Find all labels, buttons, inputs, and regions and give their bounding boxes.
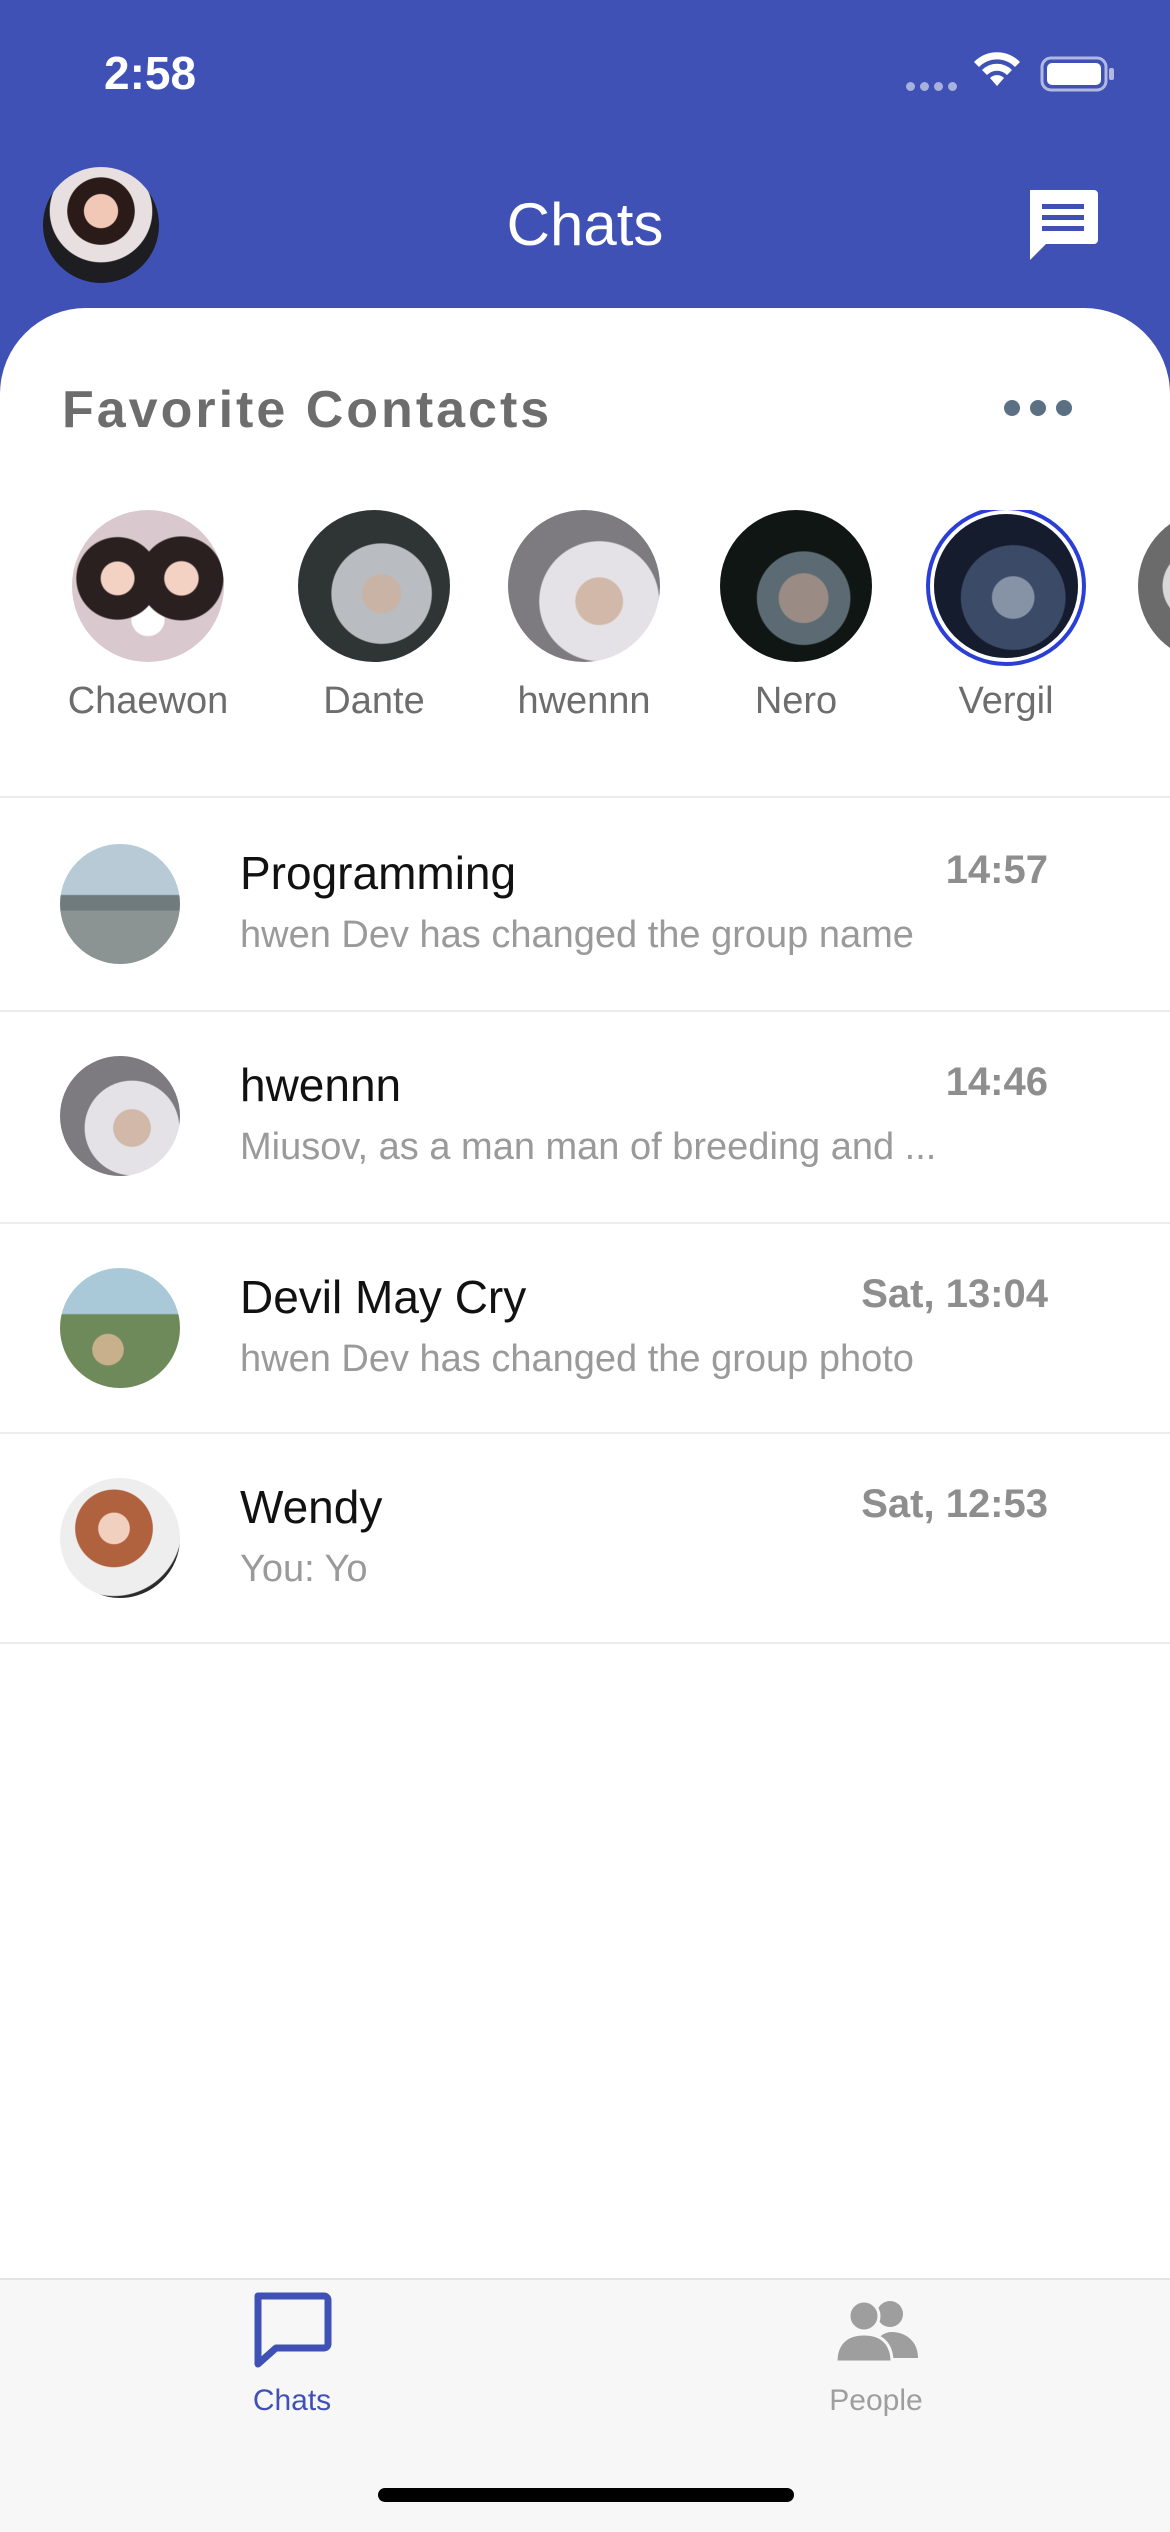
tab-people[interactable]: People [726,2280,1026,2450]
chat-row-wendy[interactable]: Wendy Sat, 12:53 You: Yo [0,1432,1170,1642]
avatar [60,1478,180,1598]
contact-name: Dante [323,680,425,722]
tab-label: Chats [252,2384,332,2417]
favorite-contact-chaewon[interactable]: Chaewon [48,510,248,723]
avatar [934,514,1078,658]
chat-preview: hwen Dev has changed the group photo [240,1338,914,1380]
chat-preview: Miusov, as a man man of breeding and ... [240,1126,937,1168]
chat-preview: hwen Dev has changed the group name [240,914,914,956]
chat-title: Wendy [240,1481,383,1533]
chat-row-devil-may-cry[interactable]: Devil May Cry Sat, 13:04 hwen Dev has ch… [0,1222,1170,1432]
status-bar: 2:58 [0,0,1170,150]
contact-name: Vergil [958,680,1054,722]
chat-title: Devil May Cry [240,1271,527,1323]
favorite-contact-vergil[interactable]: Vergil [906,510,1106,723]
chat-time: Sat, 13:04 [861,1272,1048,1316]
chat-row-programming[interactable]: Programming 14:57 hwen Dev has changed t… [0,798,1170,1008]
page-title: Chats [506,191,664,258]
chat-time: 14:57 [945,848,1048,892]
avatar [508,510,660,662]
chat-bubble-icon [254,2292,332,2368]
avatar [60,844,180,964]
battery-icon [1040,56,1114,92]
contact-name: Chaewon [67,680,229,722]
favorite-contacts-title: Favorite Contacts [62,381,553,439]
favorite-contact-dante[interactable]: Dante [274,510,474,723]
favorite-contact-hwennn[interactable]: hwennn [484,510,684,723]
home-indicator [378,2488,794,2502]
chat-row-hwennn[interactable]: hwennn 14:46 Miusov, as a man man of bre… [0,1010,1170,1220]
wifi-icon [974,52,1020,86]
app-header: Chats [0,150,1170,310]
cellular-signal-icon [906,82,957,91]
divider [0,1642,1170,1644]
new-message-icon[interactable] [1022,184,1102,264]
people-icon [834,2299,918,2364]
chat-time: Sat, 12:53 [861,1482,1048,1526]
chat-time: 14:46 [945,1060,1048,1104]
chat-title: hwennn [240,1059,402,1111]
avatar [720,510,872,662]
status-time: 2:58 [104,47,197,99]
chat-preview: You: Yo [240,1548,368,1590]
tab-label: People [829,2384,923,2417]
contact-name: Nero [754,680,838,722]
tab-chats[interactable]: Chats [142,2280,442,2450]
favorite-contact-partial[interactable]: W [1114,510,1170,723]
avatar [1138,510,1170,662]
favorite-contact-nero[interactable]: Nero [696,510,896,723]
contact-name: hwennn [517,680,651,722]
avatar [60,1056,180,1176]
more-options-icon[interactable] [1004,400,1072,416]
avatar [60,1268,180,1388]
content-sheet: Favorite Contacts Chaewon Dante hwennn N… [0,308,1170,2278]
avatar [72,510,224,662]
favorite-contacts-list: Chaewon Dante hwennn Nero Vergil W [0,510,1170,740]
contact-name: W [1114,680,1170,723]
chat-title: Programming [240,847,517,899]
avatar [298,510,450,662]
